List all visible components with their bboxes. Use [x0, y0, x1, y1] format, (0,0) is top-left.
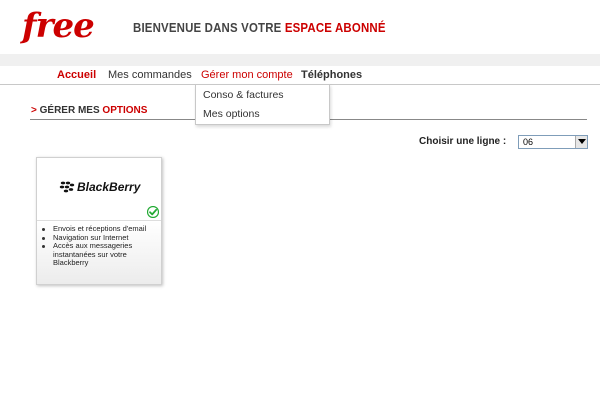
main-nav: Accueil Mes commandes Gérer mon compte T…: [0, 66, 600, 85]
section-accent: OPTIONS: [102, 105, 148, 116]
welcome-accent: ESPACE ABONNÉ: [284, 20, 386, 35]
blackberry-icon: [59, 181, 75, 193]
chevron-down-icon[interactable]: [575, 136, 587, 148]
check-icon: [147, 206, 159, 218]
nav-item-accueil[interactable]: Accueil: [57, 67, 96, 83]
section-title: > GÉRER MES OPTIONS: [31, 105, 147, 116]
welcome-title: BIENVENUE DANS VOTRE ESPACE ABONNÉ: [133, 20, 386, 35]
section-prefix: GÉRER MES: [36, 105, 103, 116]
nav-band: [0, 54, 600, 66]
free-logo[interactable]: free: [22, 6, 95, 46]
menu-item-mes-options[interactable]: Mes options: [203, 108, 260, 120]
page-header: free BIENVENUE DANS VOTRE ESPACE ABONNÉ: [0, 0, 600, 54]
nav-item-gerer-mon-compte[interactable]: Gérer mon compte: [201, 67, 293, 83]
nav-item-mes-commandes[interactable]: Mes commandes: [108, 67, 192, 83]
menu-item-conso-factures[interactable]: Conso & factures: [203, 89, 284, 101]
brand-name: BlackBerry: [77, 180, 141, 194]
line-select[interactable]: 06: [518, 135, 588, 149]
list-item: Accès aux messageries instantanées sur v…: [42, 241, 161, 268]
blackberry-logo: BlackBerry: [59, 180, 143, 194]
card-features: Envois et réceptions d'email Navigation …: [37, 221, 161, 284]
nav-item-telephones[interactable]: Téléphones: [301, 67, 362, 83]
welcome-prefix: BIENVENUE DANS VOTRE: [133, 20, 285, 35]
line-selector-label: Choisir une ligne :: [419, 136, 507, 147]
line-select-value: 06: [523, 137, 534, 147]
option-card-blackberry[interactable]: BlackBerry Envois et réceptions d'email …: [36, 157, 162, 285]
feature-list: Envois et réceptions d'email Navigation …: [37, 221, 161, 268]
account-dropdown-menu: Conso & factures Mes options: [195, 84, 330, 125]
